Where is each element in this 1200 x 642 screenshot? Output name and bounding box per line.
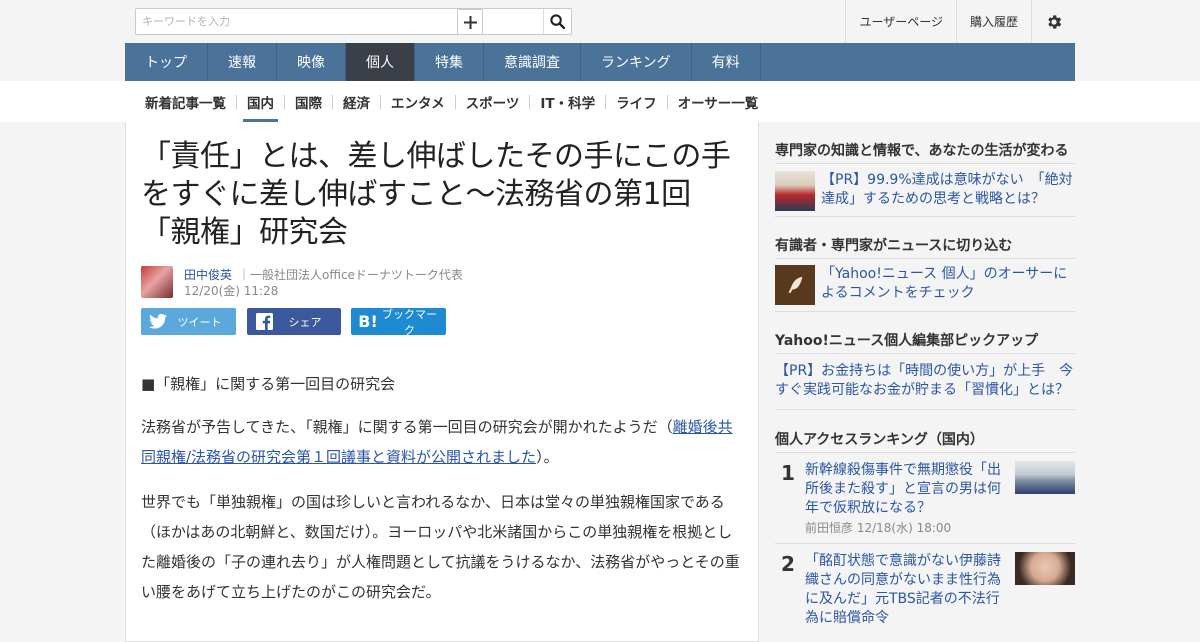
- divider: [775, 163, 1075, 164]
- sidebar-heading-pickup: Yahoo!ニュース個人編集部ピックアップ: [775, 333, 1039, 349]
- sub-nav-bar: 新着記事一覧 国内 国際 経済 エンタメ スポーツ IT・科学 ライフ オーサー…: [0, 81, 1200, 122]
- purchase-history-link[interactable]: 購入履歴: [955, 0, 1031, 43]
- user-page-link[interactable]: ユーザーページ: [845, 0, 956, 43]
- hatena-bookmark-icon: B!: [358, 312, 378, 331]
- pr-item-title: 【PR】99.9%達成は意味がない 「絶対達成」するための思考と戦略とは？: [821, 172, 1073, 207]
- gear-icon: [1047, 14, 1061, 29]
- subnav-item-it-science[interactable]: IT・科学: [530, 81, 605, 122]
- subnav-item-international[interactable]: 国際: [285, 81, 332, 122]
- sidebar-pr-item[interactable]: 【PR】99.9%達成は意味がない 「絶対達成」するための思考と戦略とは？: [775, 171, 1075, 213]
- tweet-button[interactable]: ツイート: [141, 308, 236, 335]
- nav-item-breaking[interactable]: 速報: [208, 43, 277, 81]
- subnav-item-entertainment[interactable]: エンタメ: [381, 81, 455, 122]
- divider: [775, 452, 1075, 453]
- ranking-item[interactable]: 1 新幹線殺傷事件で無期懲役「出所後また殺す」と宣言の男は何年で仮釈放になる？ …: [775, 461, 1075, 541]
- sub-nav: 新着記事一覧 国内 国際 経済 エンタメ スポーツ IT・科学 ライフ オーサー…: [135, 81, 768, 122]
- subnav-item-sports[interactable]: スポーツ: [456, 81, 530, 122]
- subnav-item-economy[interactable]: 経済: [333, 81, 380, 122]
- settings-button[interactable]: [1031, 0, 1075, 43]
- ranking-number: 1: [781, 461, 795, 485]
- hatena-bookmark-button[interactable]: B! ブックマーク: [351, 307, 446, 337]
- ranking-thumbnail: [1015, 461, 1075, 494]
- subnav-item-authors[interactable]: オーサー一覧: [668, 81, 769, 122]
- quill-icon: [788, 276, 803, 294]
- nav-item-survey[interactable]: 意識調査: [484, 43, 581, 81]
- divider: [775, 311, 1075, 312]
- nav-item-paid[interactable]: 有料: [692, 43, 761, 81]
- subnav-item-life[interactable]: ライフ: [606, 81, 667, 122]
- article-body: ■「親権」に関する第一回目の研究会 法務省が予告してきた、「親権」に関する第一回…: [141, 372, 746, 607]
- subnav-item-latest[interactable]: 新着記事一覧: [135, 81, 236, 122]
- article-title: 「責任」とは、差し伸ばしたその手にこの手をすぐに差し伸ばすこと～法務省の第1回「…: [141, 139, 731, 250]
- bookmark-label: ブックマーク: [382, 307, 437, 337]
- paragraph-text: ）。: [536, 448, 559, 466]
- author-name-link[interactable]: 田中俊英: [184, 266, 232, 283]
- ranking-item[interactable]: 2 「酩酊状態で意識がない伊藤詩織さんの同意がないまま性行為に及んだ」元TBS記…: [775, 552, 1075, 642]
- divider: [775, 216, 1075, 217]
- subnav-item-domestic[interactable]: 国内: [237, 81, 284, 122]
- sidebar-author-comment-item[interactable]: 「Yahoo!ニュース 個人」のオーサーによるコメントをチェック: [775, 265, 1075, 307]
- facebook-icon: [253, 313, 275, 330]
- nav-item-ranking[interactable]: ランキング: [581, 43, 692, 81]
- ranking-title: 新幹線殺傷事件で無期懲役「出所後また殺す」と宣言の男は何年で仮釈放になる？: [805, 462, 1001, 516]
- paragraph-text: 法務省が予告してきた、「親権」に関する第一回目の研究会が開かれたようだ（: [141, 418, 673, 436]
- section-heading: ■「親権」に関する第一回目の研究会: [141, 375, 396, 393]
- nav-item-feature[interactable]: 特集: [415, 43, 484, 81]
- add-button[interactable]: [457, 9, 483, 35]
- sidebar-pickup-item[interactable]: 【PR】お金持ちは「時間の使い方」が上手 今すぐ実践可能なお金が貯まる「習慣化」…: [775, 362, 1075, 400]
- twitter-icon: [147, 314, 169, 329]
- publish-date: 12/20(金) 11:28: [184, 284, 279, 298]
- article: 「責任」とは、差し伸ばしたその手にこの手をすぐに差し伸ばすこと～法務省の第1回「…: [125, 122, 759, 642]
- top-links: ユーザーページ 購入履歴: [845, 0, 1075, 43]
- pickup-item-title: 【PR】お金持ちは「時間の使い方」が上手 今すぐ実践可能なお金が貯まる「習慣化」…: [775, 363, 1074, 398]
- pr-thumbnail: [775, 171, 815, 211]
- sidebar-heading-expert: 専門家の知識と情報で、あなたの生活が変わる: [775, 143, 1069, 159]
- top-bar: ユーザーページ 購入履歴: [125, 0, 1075, 43]
- comment-thumbnail: [775, 265, 815, 305]
- divider: [775, 353, 1075, 354]
- divider: [775, 409, 1075, 410]
- nav-item-personal[interactable]: 個人: [346, 43, 415, 81]
- ranking-meta: 前田恒彦 12/18(水) 18:00: [805, 521, 952, 535]
- paragraph: 世界でも「単独親権」の国は珍しいと言われるなか、日本は堂々の単独親権国家である（…: [141, 493, 740, 601]
- sidebar: 専門家の知識と情報で、あなたの生活が変わる 【PR】99.9%達成は意味がない …: [775, 122, 1075, 642]
- search-icon: [550, 14, 565, 29]
- sidebar-heading-experts-news: 有識者・専門家がニュースに切り込む: [775, 238, 1013, 254]
- facebook-share-button[interactable]: シェア: [247, 308, 341, 335]
- main-nav: トップ 速報 映像 個人 特集 意識調査 ランキング 有料: [125, 43, 1075, 81]
- tweet-label: ツイート: [177, 315, 222, 329]
- nav-item-video[interactable]: 映像: [277, 43, 346, 81]
- divider: [775, 258, 1075, 259]
- comment-item-title: 「Yahoo!ニュース 個人」のオーサーによるコメントをチェック: [821, 266, 1068, 301]
- ranking-number: 2: [781, 552, 795, 576]
- ranking-thumbnail: [1015, 552, 1075, 585]
- author-organization: ｜一般社団法人officeドーナツトーク代表: [238, 268, 463, 282]
- share-label: シェア: [288, 315, 322, 329]
- nav-item-top[interactable]: トップ: [125, 43, 208, 81]
- ranking-title: 「酩酊状態で意識がない伊藤詩織さんの同意がないまま性行為に及んだ」元TBS記者の…: [805, 553, 1001, 626]
- search-box: [135, 8, 572, 35]
- author-avatar[interactable]: [141, 266, 173, 298]
- sidebar-heading-ranking: 個人アクセスランキング（国内）: [775, 432, 984, 448]
- plus-icon: [463, 15, 477, 29]
- divider: [775, 543, 1075, 544]
- search-button[interactable]: [543, 9, 571, 34]
- paragraph: 法務省が予告してきた、「親権」に関する第一回目の研究会が開かれたようだ（離婚後共…: [141, 412, 746, 472]
